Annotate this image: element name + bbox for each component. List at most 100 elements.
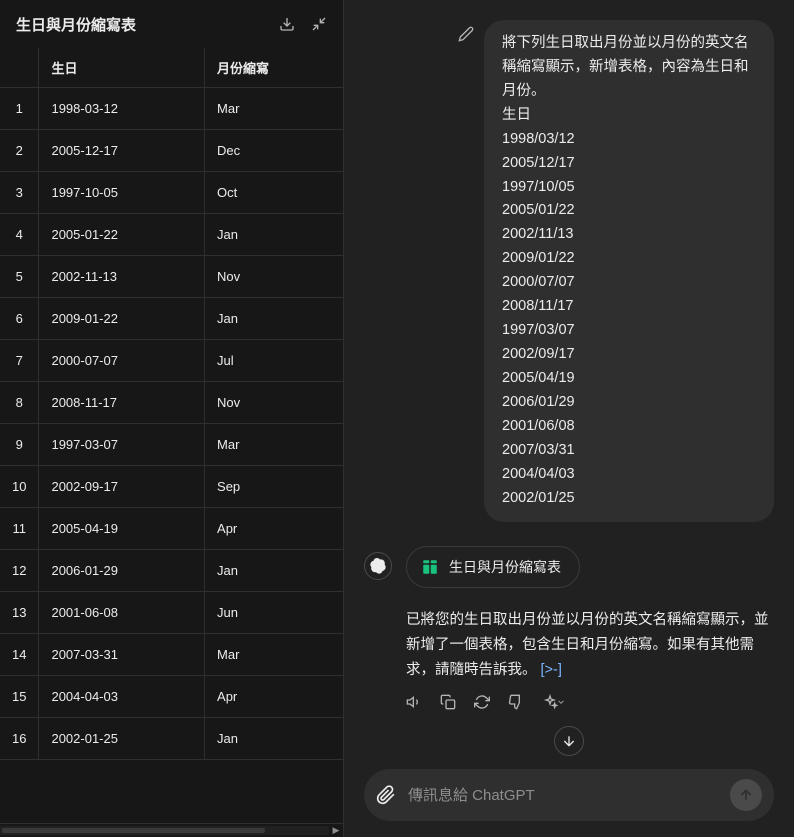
compose-bar: [364, 769, 774, 821]
table-row[interactable]: 42005-01-22Jan: [0, 214, 343, 256]
cell-month: Apr: [205, 676, 343, 718]
table-row[interactable]: 22005-12-17Dec: [0, 130, 343, 172]
table-icon: [421, 558, 439, 576]
cell-month: Jun: [205, 592, 343, 634]
cell-month: Oct: [205, 172, 343, 214]
table-row[interactable]: 162002-01-25Jan: [0, 718, 343, 760]
assistant-row: 生日與月份縮寫表 已將您的生日取出月份並以月份的英文名稱縮寫顯示，並新增了一個表…: [364, 546, 774, 716]
table-panel: 生日與月份縮寫表 生日 月份縮寫 11998-03-12Mar22005-12-…: [0, 0, 344, 837]
cell-month: Jan: [205, 718, 343, 760]
row-number: 4: [0, 214, 39, 256]
edit-icon[interactable]: [458, 26, 474, 47]
panel-title: 生日與月份縮寫表: [16, 14, 136, 35]
table-row[interactable]: 52002-11-13Nov: [0, 256, 343, 298]
cell-month: Dec: [205, 130, 343, 172]
row-number: 16: [0, 718, 39, 760]
table-row[interactable]: 31997-10-05Oct: [0, 172, 343, 214]
table-row[interactable]: 82008-11-17Nov: [0, 382, 343, 424]
assistant-content: 生日與月份縮寫表 已將您的生日取出月份並以月份的英文名稱縮寫顯示，並新增了一個表…: [406, 546, 774, 716]
cell-birthday: 2002-01-25: [39, 718, 205, 760]
inline-link[interactable]: [>-]: [541, 662, 562, 678]
cell-birthday: 2005-12-17: [39, 130, 205, 172]
table-row[interactable]: 102002-09-17Sep: [0, 466, 343, 508]
cell-birthday: 1997-03-07: [39, 424, 205, 466]
cell-month: Jan: [205, 298, 343, 340]
cell-month: Apr: [205, 508, 343, 550]
table-wrapper[interactable]: 生日 月份縮寫 11998-03-12Mar22005-12-17Dec3199…: [0, 48, 343, 823]
row-number: 7: [0, 340, 39, 382]
row-number: 8: [0, 382, 39, 424]
data-table: 生日 月份縮寫 11998-03-12Mar22005-12-17Dec3199…: [0, 48, 343, 760]
download-icon[interactable]: [279, 16, 295, 32]
row-number: 13: [0, 592, 39, 634]
table-row[interactable]: 62009-01-22Jan: [0, 298, 343, 340]
regenerate-icon[interactable]: [474, 694, 490, 710]
cell-month: Jan: [205, 214, 343, 256]
cell-birthday: 2005-01-22: [39, 214, 205, 256]
row-number: 3: [0, 172, 39, 214]
cell-month: Mar: [205, 88, 343, 130]
row-number: 11: [0, 508, 39, 550]
artifact-label: 生日與月份縮寫表: [449, 557, 561, 577]
cell-birthday: 2009-01-22: [39, 298, 205, 340]
cell-birthday: 2005-04-19: [39, 508, 205, 550]
table-row[interactable]: 152004-04-03Apr: [0, 676, 343, 718]
row-number: 15: [0, 676, 39, 718]
assistant-text: 已將您的生日取出月份並以月份的英文名稱縮寫顯示，並新增了一個表格，包含生日和月份…: [406, 608, 774, 682]
row-number: 2: [0, 130, 39, 172]
cell-month: Mar: [205, 634, 343, 676]
artifact-chip[interactable]: 生日與月份縮寫表: [406, 546, 580, 588]
cell-birthday: 1998-03-12: [39, 88, 205, 130]
cell-birthday: 2008-11-17: [39, 382, 205, 424]
cell-birthday: 2001-06-08: [39, 592, 205, 634]
cell-birthday: 2002-09-17: [39, 466, 205, 508]
table-row[interactable]: 72000-07-07Jul: [0, 340, 343, 382]
row-number: 6: [0, 298, 39, 340]
cell-month: Jan: [205, 550, 343, 592]
col-header-birthday: 生日: [39, 48, 205, 88]
send-button[interactable]: [730, 779, 762, 811]
table-row[interactable]: 91997-03-07Mar: [0, 424, 343, 466]
attach-icon[interactable]: [376, 785, 396, 805]
col-header-month: 月份縮寫: [205, 48, 343, 88]
table-row[interactable]: 11998-03-12Mar: [0, 88, 343, 130]
col-header-index: [0, 48, 39, 88]
cell-birthday: 2004-04-03: [39, 676, 205, 718]
message-input[interactable]: [408, 787, 718, 804]
chat-panel: 將下列生日取出月份並以月份的英文名稱縮寫顯示，新增表格，內容為生日和月份。生日1…: [344, 0, 794, 837]
row-number: 12: [0, 550, 39, 592]
chat-scroll[interactable]: 將下列生日取出月份並以月份的英文名稱縮寫顯示，新增表格，內容為生日和月份。生日1…: [344, 0, 794, 757]
cell-month: Sep: [205, 466, 343, 508]
cell-month: Nov: [205, 256, 343, 298]
row-number: 9: [0, 424, 39, 466]
thumbs-down-icon[interactable]: [508, 694, 524, 710]
assistant-avatar-icon: [364, 552, 392, 580]
user-message-row: 將下列生日取出月份並以月份的英文名稱縮寫顯示，新增表格，內容為生日和月份。生日1…: [364, 20, 774, 522]
row-number: 1: [0, 88, 39, 130]
table-row[interactable]: 142007-03-31Mar: [0, 634, 343, 676]
table-row[interactable]: 122006-01-29Jan: [0, 550, 343, 592]
table-row[interactable]: 132001-06-08Jun: [0, 592, 343, 634]
user-message-bubble: 將下列生日取出月份並以月份的英文名稱縮寫顯示，新增表格，內容為生日和月份。生日1…: [484, 20, 774, 522]
cell-month: Nov: [205, 382, 343, 424]
cell-month: Mar: [205, 424, 343, 466]
cell-birthday: 1997-10-05: [39, 172, 205, 214]
message-actions: [406, 694, 774, 710]
sparkle-icon[interactable]: [542, 694, 566, 710]
cell-birthday: 2007-03-31: [39, 634, 205, 676]
row-number: 14: [0, 634, 39, 676]
header-actions: [279, 16, 327, 32]
panel-header: 生日與月份縮寫表: [0, 0, 343, 48]
scroll-down-button[interactable]: [554, 726, 584, 756]
table-row[interactable]: 112005-04-19Apr: [0, 508, 343, 550]
horizontal-scrollbar[interactable]: ▶: [0, 823, 343, 837]
copy-icon[interactable]: [440, 694, 456, 710]
row-number: 10: [0, 466, 39, 508]
cell-birthday: 2006-01-29: [39, 550, 205, 592]
compose-area: [344, 757, 794, 837]
cell-birthday: 2002-11-13: [39, 256, 205, 298]
speaker-icon[interactable]: [406, 694, 422, 710]
cell-month: Jul: [205, 340, 343, 382]
collapse-icon[interactable]: [311, 16, 327, 32]
cell-birthday: 2000-07-07: [39, 340, 205, 382]
